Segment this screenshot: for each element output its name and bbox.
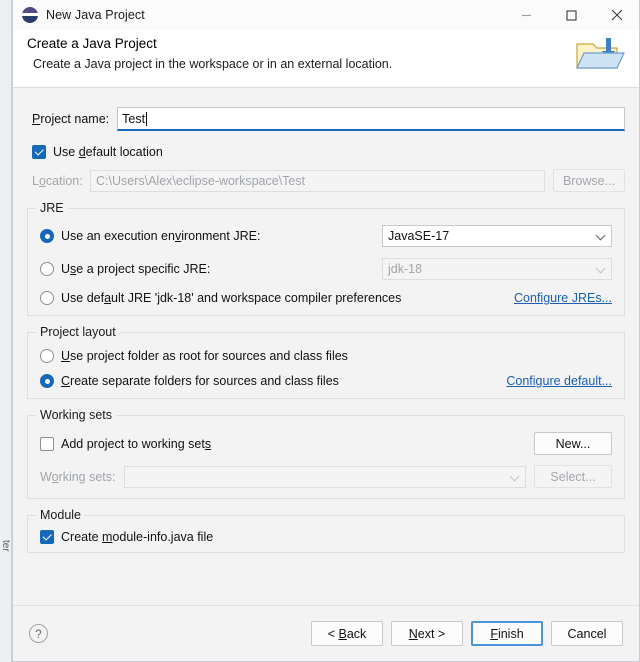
cancel-button[interactable]: Cancel [551, 621, 623, 646]
next-button[interactable]: Next > [391, 621, 463, 646]
jre-project-specific-radio[interactable] [40, 262, 54, 276]
new-working-set-button[interactable]: New... [534, 432, 612, 455]
layout-separate-folders-radio[interactable] [40, 374, 54, 388]
project-layout-group: Project layout Use project folder as roo… [27, 332, 625, 399]
project-specific-jre-combo[interactable]: jdk-18 [382, 258, 612, 280]
dialog-header: Create a Java Project Create a Java proj… [13, 30, 639, 88]
module-group-title: Module [36, 508, 85, 522]
create-module-info-label: Create module-info.java file [61, 530, 213, 544]
dialog-footer: ? < Back Next > Finish Cancel [13, 605, 639, 661]
text-caret [146, 112, 147, 126]
add-to-working-sets-label: Add project to working sets [61, 437, 211, 451]
next-button-label: Next > [409, 627, 445, 641]
select-working-set-button[interactable]: Select... [534, 465, 612, 488]
project-name-value: Test [122, 108, 145, 130]
new-java-project-dialog: New Java Project Create a Java Project C… [12, 0, 640, 662]
create-module-info-checkbox[interactable] [40, 530, 54, 544]
back-button-label: < Back [328, 627, 367, 641]
jre-option-default[interactable]: Use default JRE 'jdk-18' and workspace c… [40, 291, 612, 305]
jre-option-project-specific[interactable]: Use a project specific JRE: jdk-18 [40, 258, 612, 280]
layout-project-folder-label: Use project folder as root for sources a… [61, 349, 348, 363]
jre-option-execution-environment[interactable]: Use an execution environment JRE: JavaSE… [40, 225, 612, 247]
background-window-text: ter [0, 540, 12, 610]
jre-group-title: JRE [36, 201, 68, 215]
chevron-down-icon [596, 231, 606, 241]
project-name-input[interactable]: Test [117, 107, 625, 131]
title-bar: New Java Project [13, 0, 639, 30]
jre-project-specific-label: Use a project specific JRE: [61, 262, 210, 276]
layout-separate-folders-label: Create separate folders for sources and … [61, 374, 339, 388]
dialog-body: Project name: Test Use default location … [13, 88, 639, 605]
use-default-location-checkbox[interactable] [32, 145, 46, 159]
working-sets-group-title: Working sets [36, 408, 116, 422]
project-layout-group-title: Project layout [36, 325, 120, 339]
select-working-set-label: Select... [550, 470, 595, 484]
configure-default-link[interactable]: Configure default... [506, 374, 612, 388]
page-description: Create a Java project in the workspace o… [33, 57, 639, 71]
use-default-location-row[interactable]: Use default location [32, 145, 625, 159]
location-value: C:\Users\Alex\eclipse-workspace\Test [96, 174, 305, 188]
jre-default-label: Use default JRE 'jdk-18' and workspace c… [61, 291, 401, 305]
eclipse-icon [22, 7, 38, 23]
project-name-row: Project name: Test [32, 107, 625, 131]
jre-execution-environment-label: Use an execution environment JRE: [61, 229, 260, 243]
create-module-info-row[interactable]: Create module-info.java file [40, 530, 612, 544]
execution-environment-combo[interactable]: JavaSE-17 [382, 225, 612, 247]
browse-button[interactable]: Browse... [553, 169, 625, 192]
working-sets-row: Working sets: Select... [40, 465, 612, 488]
new-java-project-folder-icon [573, 34, 625, 84]
working-sets-combo[interactable] [124, 466, 526, 488]
cancel-button-label: Cancel [568, 627, 607, 641]
close-icon[interactable] [594, 0, 639, 30]
working-sets-group: Working sets Add project to working sets… [27, 415, 625, 499]
layout-option-project-folder[interactable]: Use project folder as root for sources a… [40, 349, 612, 363]
new-working-set-label: New... [556, 437, 591, 451]
layout-option-separate-folders[interactable]: Create separate folders for sources and … [40, 374, 612, 388]
execution-environment-value: JavaSE-17 [388, 229, 449, 243]
finish-button-label: Finish [490, 627, 523, 641]
minimize-icon[interactable] [504, 0, 549, 30]
help-icon[interactable]: ? [29, 624, 48, 643]
project-specific-jre-value: jdk-18 [388, 262, 422, 276]
location-row: Location: C:\Users\Alex\eclipse-workspac… [32, 169, 625, 192]
location-input[interactable]: C:\Users\Alex\eclipse-workspace\Test [90, 170, 545, 192]
chevron-down-icon [510, 471, 520, 481]
project-name-label: Project name: [32, 112, 109, 126]
use-default-location-label: Use default location [53, 145, 163, 159]
background-window-strip: ter [0, 0, 12, 662]
working-sets-label: Working sets: [40, 470, 124, 484]
maximize-icon[interactable] [549, 0, 594, 30]
finish-button[interactable]: Finish [471, 621, 543, 646]
footer-button-group: < Back Next > Finish Cancel [311, 621, 623, 646]
add-to-working-sets-checkbox[interactable] [40, 437, 54, 451]
page-title: Create a Java Project [27, 36, 639, 51]
add-to-working-sets-row[interactable]: Add project to working sets New... [40, 432, 612, 455]
jre-group: JRE Use an execution environment JRE: Ja… [27, 208, 625, 316]
location-label: Location: [32, 174, 90, 188]
layout-project-folder-radio[interactable] [40, 349, 54, 363]
window-title: New Java Project [46, 8, 145, 22]
jre-execution-environment-radio[interactable] [40, 229, 54, 243]
configure-jres-link[interactable]: Configure JREs... [514, 291, 612, 305]
chevron-down-icon [596, 264, 606, 274]
back-button[interactable]: < Back [311, 621, 383, 646]
jre-default-radio[interactable] [40, 291, 54, 305]
module-group: Module Create module-info.java file [27, 515, 625, 553]
